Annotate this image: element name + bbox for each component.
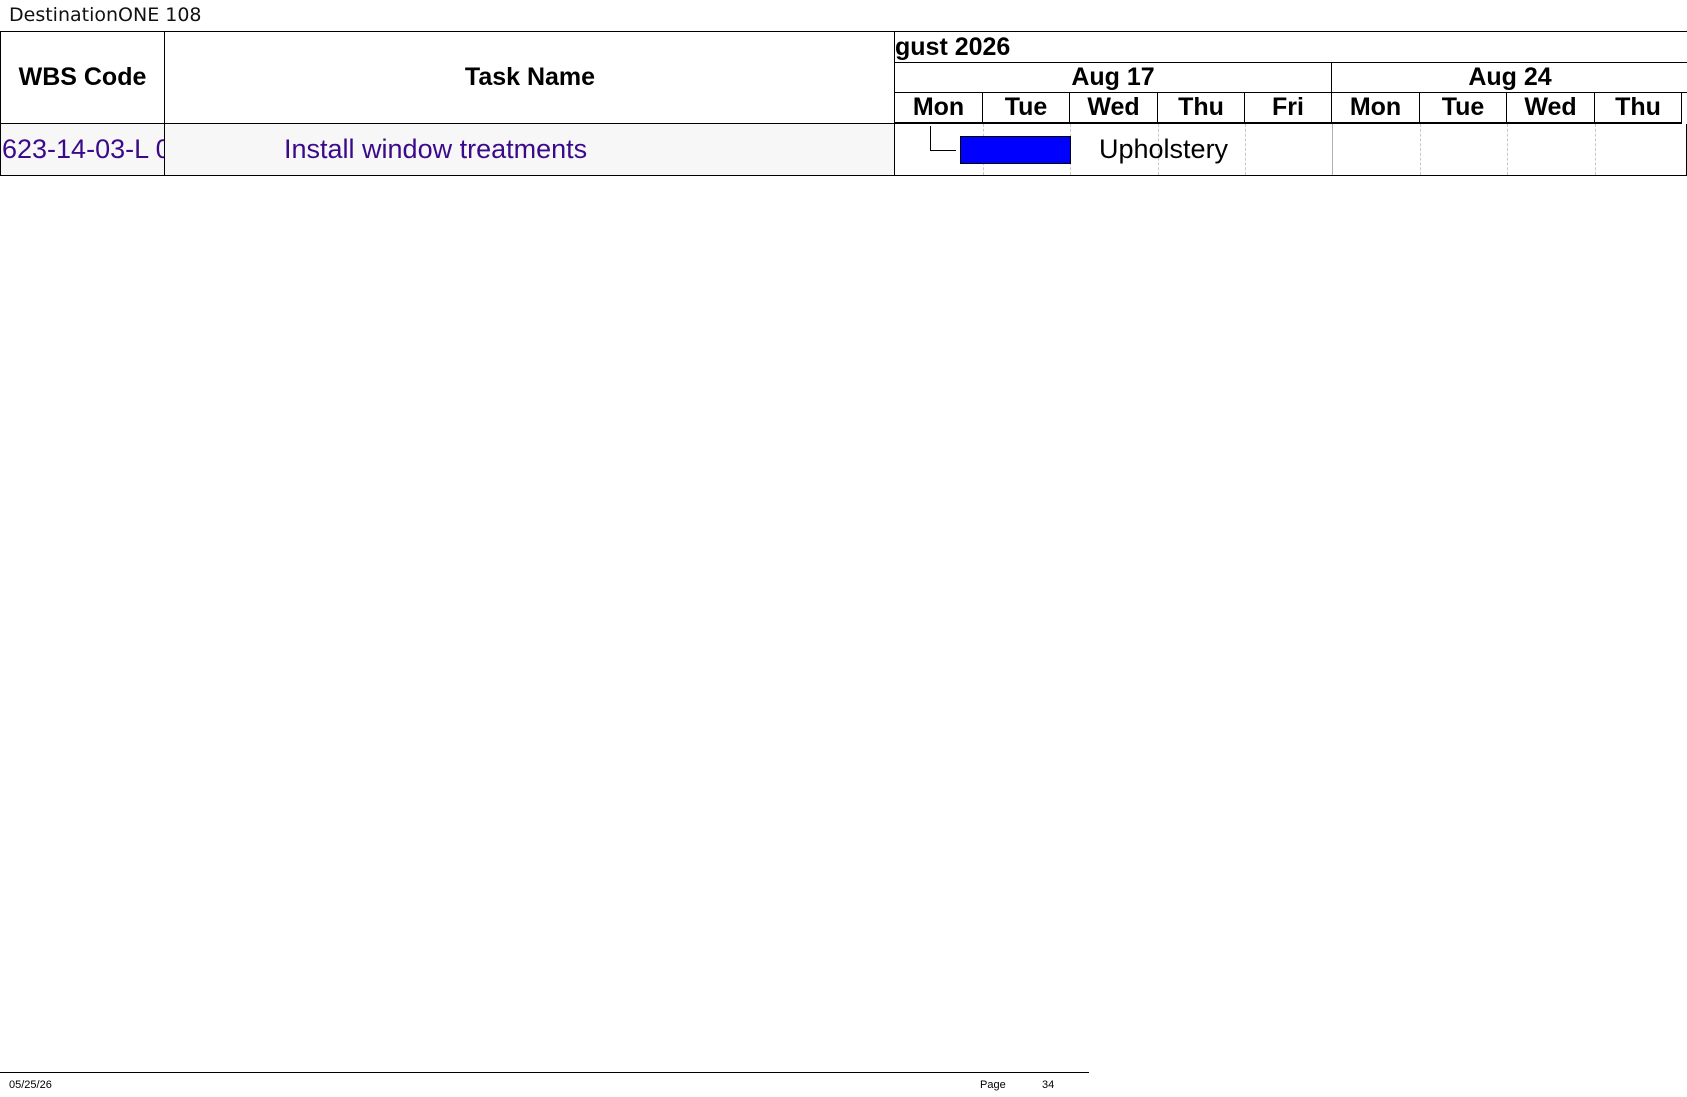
- task-table: WBS Code Task Name 623-14-03-L 0 Install…: [0, 31, 895, 176]
- gantt-chart: gust 2026 Aug 17 Aug 24 Mon Tue Wed Thu …: [894, 31, 1687, 176]
- timescale-day: Thu: [1158, 93, 1245, 124]
- document-title: DestinationONE 108: [9, 4, 202, 26]
- timescale-day: Mon: [1332, 93, 1420, 124]
- footer-date: 05/25/26: [9, 1079, 52, 1091]
- timescale-month: gust 2026: [895, 32, 1687, 63]
- task-name-cell[interactable]: Install window treatments: [165, 124, 895, 175]
- timescale-day: Thu: [1595, 93, 1682, 124]
- gridline: [1332, 124, 1333, 175]
- task-bar[interactable]: [960, 136, 1071, 164]
- gridline: [1507, 124, 1508, 175]
- footer-page-number: 34: [1042, 1079, 1055, 1091]
- timescale-day: Tue: [1420, 93, 1507, 124]
- gridline: [1245, 124, 1246, 175]
- timescale-day: Wed: [1507, 93, 1595, 124]
- gridline: [1420, 124, 1421, 175]
- wbs-code-cell[interactable]: 623-14-03-L 0: [1, 124, 165, 175]
- task-name-header[interactable]: Task Name: [165, 32, 895, 124]
- gridline: [1595, 124, 1596, 175]
- timescale-week-2: Aug 24: [1332, 63, 1687, 93]
- footer-divider: [0, 1072, 1089, 1073]
- task-bar-label: Upholstery: [1099, 134, 1229, 164]
- timescale-day: Tue: [983, 93, 1070, 124]
- footer-page-label: Page: [980, 1079, 1006, 1091]
- timescale-week-1: Aug 17: [895, 63, 1332, 93]
- timescale-day: Wed: [1070, 93, 1158, 124]
- dependency-link: [930, 126, 956, 151]
- timescale-day: Fri: [1245, 93, 1332, 124]
- wbs-code-header[interactable]: WBS Code: [1, 32, 165, 124]
- timescale-day: Mon: [895, 93, 983, 124]
